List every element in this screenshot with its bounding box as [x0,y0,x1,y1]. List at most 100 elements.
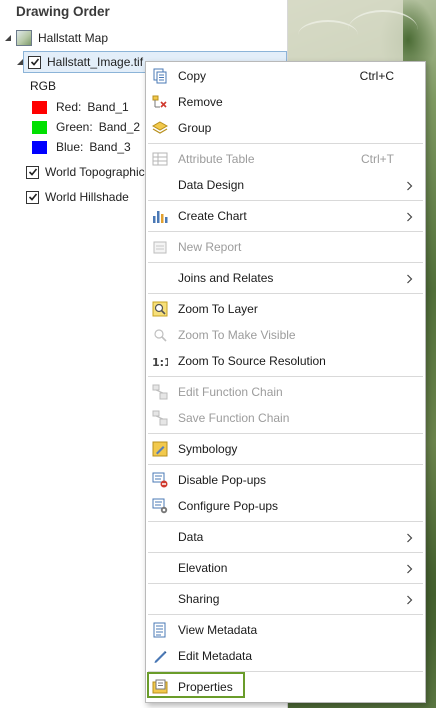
submenu-arrow-icon [406,180,413,191]
menu-item-new-report[interactable]: New Report [146,234,425,260]
band-row-green[interactable]: Green: Band_2 [32,117,140,137]
menu-item-edit-function-chain[interactable]: Edit Function Chain [146,379,425,405]
layer-visibility-checkbox[interactable] [28,55,41,69]
menu-separator [148,583,423,584]
layer-item-world-hillshade[interactable]: World Hillshade [26,187,129,207]
red-swatch[interactable] [32,100,47,114]
menu-label: View Metadata [178,623,258,637]
menu-shortcut: Ctrl+C [359,69,394,83]
map-name: Hallstatt Map [38,31,109,45]
collapse-triangle-icon[interactable] [16,58,24,66]
configure-popups-icon [152,498,168,514]
menu-separator [148,552,423,553]
menu-item-joins-relates[interactable]: Joins and Relates [146,265,425,291]
menu-item-sharing[interactable]: Sharing [146,586,425,612]
band-label: Red: [56,100,82,114]
menu-label: Zoom To Source Resolution [178,354,326,368]
band-row-blue[interactable]: Blue: Band_3 [32,137,131,157]
menu-separator [148,376,423,377]
layer-context-menu: Copy Ctrl+C Remove Group Attribute Table… [145,61,426,703]
group-layers-icon [152,120,168,136]
menu-label: Disable Pop-ups [178,473,267,487]
map-tree-item[interactable]: Hallstatt Map [4,28,108,48]
menu-separator [148,433,423,434]
submenu-arrow-icon [406,563,413,574]
menu-item-zoom-source-resolution[interactable]: 1:1 Zoom To Source Resolution [146,348,425,374]
menu-separator [148,293,423,294]
layer-name: Hallstatt_Image.tif [47,55,144,69]
menu-label: Save Function Chain [178,411,290,425]
table-icon [152,151,168,167]
menu-item-remove[interactable]: Remove [146,89,425,115]
save-function-chain-icon [152,410,168,426]
menu-item-create-chart[interactable]: Create Chart [146,203,425,229]
menu-item-data-design[interactable]: Data Design [146,172,425,198]
menu-label: Group [178,121,212,135]
menu-item-edit-metadata[interactable]: Edit Metadata [146,643,425,669]
menu-label: Data Design [178,178,245,192]
menu-item-elevation[interactable]: Elevation [146,555,425,581]
menu-label: Edit Metadata [178,649,253,663]
map-road [298,20,358,50]
zoom-layer-icon [152,301,168,317]
pane-title: Drawing Order [16,4,110,19]
map-icon [16,30,32,46]
menu-separator [148,143,423,144]
map-road [348,10,418,50]
menu-label: Sharing [178,592,220,606]
band-label: Blue: [56,140,84,154]
menu-item-zoom-to-layer[interactable]: Zoom To Layer [146,296,425,322]
layer-name: World Hillshade [45,190,129,204]
band-value: Band_2 [98,120,141,134]
submenu-arrow-icon [406,273,413,284]
band-label: Green: [56,120,93,134]
svg-text:1:1: 1:1 [152,356,168,369]
menu-separator [148,521,423,522]
menu-item-group[interactable]: Group [146,115,425,141]
menu-item-zoom-make-visible[interactable]: Zoom To Make Visible [146,322,425,348]
band-row-red[interactable]: Red: Band_1 [32,97,129,117]
copy-icon [152,68,168,84]
menu-item-configure-popups[interactable]: Configure Pop-ups [146,493,425,519]
menu-separator [148,614,423,615]
band-value: Band_1 [87,100,129,114]
remove-icon [152,94,168,110]
menu-item-disable-popups[interactable]: Disable Pop-ups [146,467,425,493]
menu-label: Data [178,530,204,544]
menu-label: Copy [178,69,207,83]
chart-icon [152,208,168,224]
menu-label: Remove [178,95,223,109]
rgb-label: RGB [30,79,57,93]
menu-label: Edit Function Chain [178,385,283,399]
symbology-icon [152,441,168,457]
blue-swatch[interactable] [32,140,47,154]
layer-visibility-checkbox[interactable] [26,165,39,179]
menu-separator [148,231,423,232]
layer-visibility-checkbox[interactable] [26,190,39,204]
collapse-triangle-icon[interactable] [4,34,12,42]
submenu-arrow-icon [406,211,413,222]
view-metadata-icon [152,622,168,638]
pencil-icon [152,648,168,664]
menu-separator [148,464,423,465]
menu-item-copy[interactable]: Copy Ctrl+C [146,63,425,89]
menu-item-symbology[interactable]: Symbology [146,436,425,462]
menu-item-attribute-table[interactable]: Attribute Table Ctrl+T [146,146,425,172]
disable-popups-icon [152,472,168,488]
layer-item-hallstatt-image[interactable]: Hallstatt_Image.tif [16,52,143,72]
menu-label: New Report [178,240,242,254]
menu-label: Elevation [178,561,228,575]
menu-label: Joins and Relates [178,271,274,285]
submenu-arrow-icon [406,594,413,605]
menu-item-save-function-chain[interactable]: Save Function Chain [146,405,425,431]
menu-label: Create Chart [178,209,247,223]
band-value: Band_3 [89,140,131,154]
report-icon [152,239,168,255]
menu-label: Configure Pop-ups [178,499,279,513]
menu-separator [148,262,423,263]
menu-label: Zoom To Layer [178,302,258,316]
menu-item-view-metadata[interactable]: View Metadata [146,617,425,643]
function-chain-icon [152,384,168,400]
menu-item-data[interactable]: Data [146,524,425,550]
green-swatch[interactable] [32,120,47,134]
